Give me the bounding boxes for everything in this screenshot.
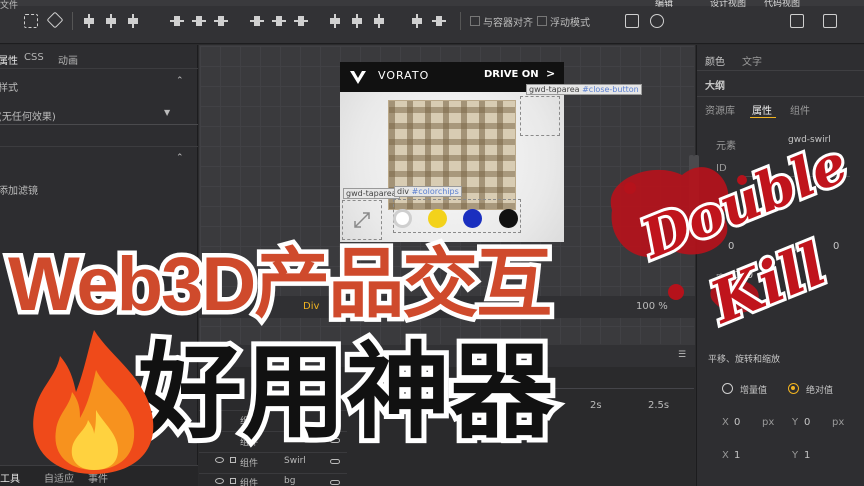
divider [0,146,198,147]
scale-x-label: X [722,450,729,461]
tab-animation[interactable]: 动画 [58,52,78,67]
menu-icon[interactable] [823,14,837,28]
radio-absolute-label: 绝对值 [806,386,834,396]
taparea-label: gwd-taparea [343,188,400,199]
align-center-icon[interactable] [104,14,118,28]
y-value[interactable]: 0 [804,417,810,428]
y-unit: px [832,417,845,428]
align-middle-icon[interactable] [192,14,206,28]
select-tool-icon[interactable] [24,14,38,28]
close-taparea-label: gwd-taparea #close-button [526,84,642,95]
active-tab-indicator [750,117,776,118]
kill-text: Kill [700,230,835,337]
x-value[interactable]: 0 [734,417,740,428]
cta-button[interactable]: DRIVE ON [484,69,539,80]
radio-relative[interactable] [722,383,733,394]
lock-icon[interactable] [230,457,236,463]
fire-emoji-icon [33,330,154,474]
scale-x-value[interactable]: 1 [734,450,740,461]
collapse-chevron-icon[interactable]: ⌃ [176,153,184,163]
float-mode-checkbox[interactable] [537,16,547,26]
divider [697,96,864,97]
divider [0,68,198,69]
radio-relative-label: 增量值 [740,386,768,396]
tab-color[interactable]: 颜色 [705,53,725,68]
colorchips-label: div #colorchips [394,186,462,197]
link-icon[interactable] [330,459,340,464]
dropdown-arrow-icon[interactable]: ▼ [164,108,170,117]
match-height-icon[interactable] [432,14,446,28]
double-kill-sticker: Double Kill [610,130,859,340]
title-line1-text: Web3D产品交互 [8,242,550,327]
title-banner-line1: Web3D产品交互 [4,238,557,332]
float-mode-label: 浮动模式 [550,18,590,29]
align-container-label: 与容器对齐 [483,18,533,29]
menu-file[interactable]: 文件 [0,0,18,11]
title-banner-line2: 好用神器 [132,325,560,448]
design-view-button[interactable]: 设计视图 [710,0,746,9]
layer-name: bg [284,476,296,486]
distribute-left-icon[interactable] [328,14,342,28]
distribute-center-icon[interactable] [350,14,364,28]
visibility-eye-icon[interactable] [215,478,224,484]
double-text: Double [631,131,856,272]
panel-toggle-icon[interactable] [625,14,639,28]
align-bottom-icon[interactable] [214,14,228,28]
collapse-chevron-icon[interactable]: ⌃ [176,76,184,86]
brand-name: VORATO [378,69,430,82]
add-filter-label[interactable]: 添加滤镜 [0,182,38,197]
x-label: X [722,417,729,428]
match-width-icon[interactable] [410,14,424,28]
distribute-right-icon[interactable] [372,14,386,28]
outline-title: 大纲 [705,81,725,92]
chevron-right-icon[interactable]: > [546,67,555,80]
scale-y-value[interactable]: 1 [804,450,810,461]
lock-icon[interactable] [230,478,236,484]
layer-name: Swirl [284,456,306,466]
effect-select[interactable]: (无任何效果) [0,108,56,123]
tab-text[interactable]: 文字 [742,53,762,68]
divider [697,70,864,71]
tab-properties[interactable]: 属性 [0,52,18,67]
align-top-icon[interactable] [170,14,184,28]
publish-icon[interactable] [790,14,804,28]
align-container-checkbox[interactable] [470,16,480,26]
visibility-eye-icon[interactable] [215,457,224,463]
preview-icon[interactable] [650,14,664,28]
layer-kind: 组件 [240,479,259,486]
menu-edit[interactable]: 编辑 [655,0,673,9]
tab-css[interactable]: CSS [24,52,44,63]
x-unit: px [762,417,775,428]
y-label: Y [792,417,799,428]
toolbar-divider [72,12,73,30]
radio-absolute[interactable] [788,383,799,394]
distribute-top-icon[interactable] [250,14,264,28]
distribute-bottom-icon[interactable] [294,14,308,28]
code-view-button[interactable]: 代码视图 [764,0,800,9]
title-line2-text: 好用神器 [137,330,555,448]
scale-y-label: Y [792,450,799,461]
distribute-middle-icon[interactable] [272,14,286,28]
close-button-taparea[interactable] [520,96,560,136]
vorato-logo-icon [350,71,366,84]
tab-components[interactable]: 组件 [790,102,810,117]
tab-library[interactable]: 资源库 [705,102,735,117]
toolbar-divider [460,12,461,30]
style-section-label: 样式 [0,83,18,94]
link-icon[interactable] [330,480,340,485]
select-underline [0,124,198,125]
layer-kind: 组件 [240,459,259,469]
tab-attributes[interactable]: 属性 [752,102,772,117]
align-left-icon[interactable] [82,14,96,28]
align-right-icon[interactable] [126,14,140,28]
